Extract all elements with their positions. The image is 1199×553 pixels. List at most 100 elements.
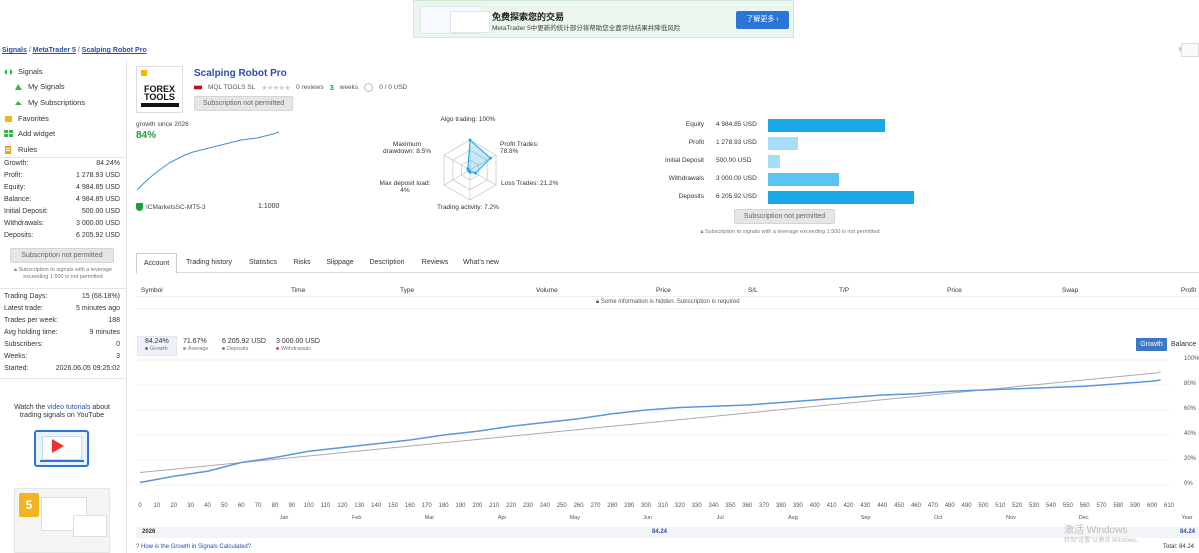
- favorites-icon: [5, 115, 12, 122]
- signal-author[interactable]: MQL TOOLS SL: [208, 84, 255, 91]
- growth-since-label: growth since 2026: [136, 121, 189, 128]
- promo-banner[interactable]: 免费探索您的交易 MetaTrader 5中更新的统计部分将帮助您全面评估结果并…: [413, 0, 794, 38]
- banner-thumbnail-2: [450, 11, 490, 33]
- video-tutorials-link[interactable]: video tutorials: [47, 404, 90, 411]
- how-calculated-link[interactable]: ? How is the Growth in Signals Calculate…: [136, 544, 251, 550]
- stat-row-withdrawals: Withdrawals: 3 000.00 USD: [4, 220, 120, 227]
- tab-statistics[interactable]: Statistics: [242, 253, 284, 273]
- col-sl[interactable]: S/L: [748, 287, 758, 294]
- tab-bar: Account Trading history Statistics Risks…: [136, 253, 1199, 274]
- left-sidebar: Signals My Signals My Subscriptions Favo…: [0, 60, 127, 553]
- sidebar-item-my-subscriptions[interactable]: My Subscriptions: [14, 98, 85, 107]
- stat-row-latest-trade: Latest trade: 5 minutes ago: [4, 305, 120, 312]
- tab-account[interactable]: Account: [136, 253, 177, 274]
- sidebar-item-add-widget[interactable]: Add widget: [4, 129, 55, 138]
- signal-weeks-count: 3: [329, 83, 334, 92]
- mt5-promo-image[interactable]: 5: [14, 488, 110, 553]
- radar-point: [468, 138, 472, 142]
- col-profit[interactable]: Profit: [1181, 287, 1196, 294]
- tab-description[interactable]: Description: [364, 253, 410, 273]
- subscribe-button[interactable]: Subscription not permitted: [194, 96, 293, 111]
- sidebar-item-rules[interactable]: Rules: [4, 145, 37, 154]
- rating-stars-icon: ★★★★★: [261, 84, 291, 92]
- col-swap[interactable]: Swap: [1062, 287, 1078, 294]
- divider: [136, 308, 1199, 309]
- growth-toggle-button[interactable]: Growth: [1136, 338, 1167, 351]
- stat-row-trades-per-week: Trades per week: 188: [4, 317, 120, 324]
- account-bar: [768, 137, 799, 150]
- balance-toggle-button[interactable]: Balance: [1171, 338, 1196, 351]
- bar-label: Deposits: [678, 193, 704, 200]
- stat-withdrawals[interactable]: 3 000.00 USD Withdrawals: [276, 338, 320, 352]
- col-volume[interactable]: Volume: [536, 287, 558, 294]
- stat-row-weeks: Weeks: 3: [4, 353, 120, 360]
- average-trend-line: [139, 372, 1161, 473]
- radar-label-loss: Loss Trades: 21.2%: [501, 180, 559, 187]
- col-time[interactable]: Time: [291, 287, 305, 294]
- y-tick-label: 60%: [1184, 406, 1197, 412]
- signal-reviews[interactable]: 0 reviews: [296, 84, 323, 91]
- x-tick-label: 610: [1163, 503, 1174, 509]
- y-tick-label: 80%: [1184, 381, 1197, 387]
- breadcrumb-metatrader5[interactable]: MetaTrader 5: [33, 47, 76, 54]
- divider: [0, 378, 126, 379]
- sidebar-label: My Signals: [28, 82, 65, 91]
- youtube-video-icon[interactable]: [34, 430, 89, 467]
- stat-average[interactable]: 71.67% Average: [183, 338, 208, 352]
- sidebar-item-signals[interactable]: Signals: [4, 67, 43, 76]
- tab-reviews[interactable]: Reviews: [416, 253, 454, 273]
- bar-label: Initial Deposit: [664, 157, 704, 164]
- growth-series-line: [139, 379, 1161, 484]
- my-signals-icon: [15, 83, 22, 90]
- legend-dot: [276, 347, 279, 351]
- sidebar-item-favorites[interactable]: Favorites: [4, 114, 49, 123]
- signal-title[interactable]: Scalping Robot Pro: [194, 68, 287, 79]
- banner-subtitle: MetaTrader 5中更新的统计部分将帮助您全面评估结果并降低风险: [492, 25, 681, 32]
- subscriptions-icon: [15, 100, 22, 105]
- subscribe-button-sidebar[interactable]: Subscription not permitted: [10, 248, 114, 263]
- leverage-note: 🔒︎ Subscription to signals with a levera…: [700, 229, 880, 235]
- tab-whats-new[interactable]: What's new: [458, 253, 504, 273]
- stat-growth[interactable]: 84.24% Growth: [145, 338, 169, 352]
- breadcrumb-current[interactable]: Scalping Robot Pro: [82, 47, 147, 54]
- legend-dot: [222, 347, 225, 351]
- legend-dot: [145, 347, 148, 351]
- month-label: Year: [1181, 515, 1193, 521]
- bar-value: 1 278.93 USD: [716, 139, 757, 146]
- stat-deposits[interactable]: 6 205.92 USD Deposits: [222, 338, 266, 352]
- account-bar: [768, 155, 780, 168]
- tab-trading-history[interactable]: Trading history: [180, 253, 238, 273]
- month-label: Jan: [279, 515, 289, 521]
- account-bar: [768, 191, 914, 204]
- spain-flag-icon: [194, 85, 202, 90]
- col-type[interactable]: Type: [400, 287, 414, 294]
- broker-label[interactable]: ICMarketsSC-MT5-3: [136, 203, 206, 211]
- month-label: Nov: [1006, 515, 1016, 521]
- sidebar-item-my-signals[interactable]: My Signals: [14, 82, 65, 91]
- stat-row-growth: Growth: 84.24%: [4, 160, 120, 167]
- tab-slippage[interactable]: Slippage: [320, 253, 360, 273]
- col-tp[interactable]: T/P: [839, 287, 849, 294]
- radar-label-activity: Trading activity: 7.2%: [437, 204, 499, 211]
- stat-row-trading-days: Trading Days: 15 (68.18%): [4, 293, 120, 300]
- breadcrumb-signals[interactable]: Signals: [2, 47, 27, 54]
- subscribe-button-bars[interactable]: Subscription not permitted: [734, 209, 835, 224]
- col-symbol[interactable]: Symbol: [141, 287, 163, 294]
- mini-growth-chart: [136, 131, 280, 191]
- sidebar-label: Favorites: [18, 114, 49, 123]
- col-price[interactable]: Price: [656, 287, 671, 294]
- year-growth-value: 84.24: [652, 529, 668, 535]
- video-tutorials-text: Watch the video tutorials about trading …: [14, 404, 110, 419]
- month-label: Jun: [643, 515, 652, 521]
- shield-icon: [136, 203, 143, 211]
- tab-risks[interactable]: Risks: [288, 253, 316, 273]
- bar-value: 6 205.92 USD: [716, 193, 757, 200]
- signals-icon: [4, 68, 13, 75]
- banner-learn-more-button[interactable]: 了解更多 ›: [736, 11, 789, 29]
- y-tick-label: 100%: [1184, 356, 1199, 362]
- radar-point: [466, 167, 470, 171]
- y-tick-label: 40%: [1184, 431, 1197, 437]
- year-row: [136, 527, 1199, 538]
- col-price-close[interactable]: Price: [947, 287, 962, 294]
- sidebar-label: Signals: [18, 67, 43, 76]
